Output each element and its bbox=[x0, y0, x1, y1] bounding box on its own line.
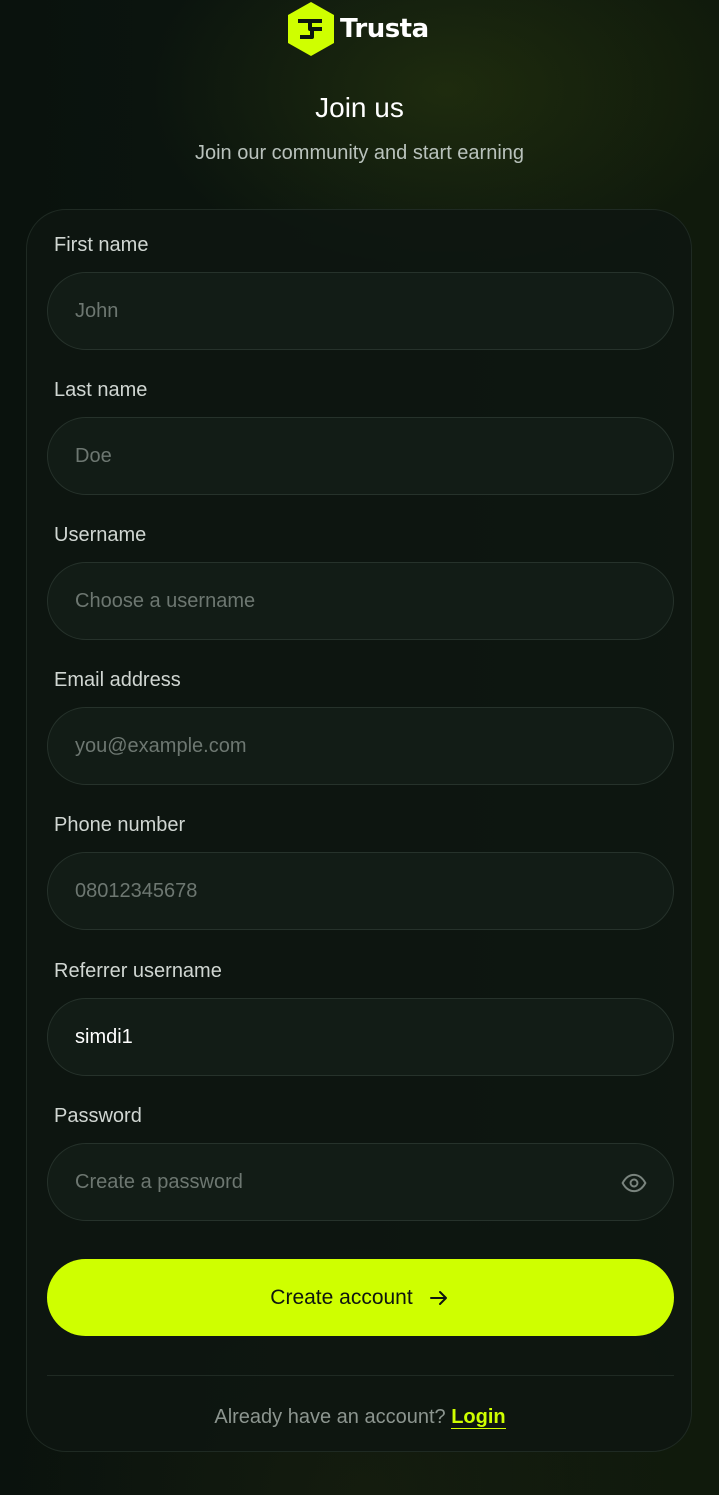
login-prompt: Already have an account? Login bbox=[27, 1406, 693, 1429]
create-account-label: Create account bbox=[270, 1285, 413, 1309]
eye-icon[interactable] bbox=[621, 1170, 647, 1196]
last-name-placeholder: Doe bbox=[75, 444, 112, 467]
create-account-button[interactable]: Create account bbox=[47, 1259, 674, 1336]
last-name-input[interactable]: Doe bbox=[47, 417, 674, 495]
username-input[interactable]: Choose a username bbox=[47, 562, 674, 640]
referrer-input[interactable]: simdi1 bbox=[47, 998, 674, 1076]
signup-card: First name John Last name Doe Username C… bbox=[26, 209, 692, 1452]
first-name-label: First name bbox=[54, 234, 149, 256]
first-name-placeholder: John bbox=[75, 299, 119, 322]
brand-name: Trusta bbox=[340, 14, 429, 44]
page-title: Join us bbox=[315, 92, 404, 123]
email-label: Email address bbox=[54, 669, 181, 691]
username-placeholder: Choose a username bbox=[75, 589, 256, 612]
password-placeholder: Create a password bbox=[75, 1170, 243, 1193]
first-name-input[interactable]: John bbox=[47, 272, 674, 350]
username-label: Username bbox=[54, 524, 147, 546]
phone-input[interactable]: 08012345678 bbox=[47, 852, 674, 930]
brand-logo[interactable]: Trusta bbox=[286, 0, 429, 58]
referrer-label: Referrer username bbox=[54, 960, 222, 982]
phone-label: Phone number bbox=[54, 814, 186, 836]
divider bbox=[47, 1375, 674, 1376]
referrer-value: simdi1 bbox=[75, 1025, 133, 1048]
password-label: Password bbox=[54, 1105, 142, 1127]
email-input[interactable]: you@example.com bbox=[47, 707, 674, 785]
password-input[interactable]: Create a password bbox=[47, 1143, 674, 1221]
email-placeholder: you@example.com bbox=[75, 734, 247, 757]
phone-placeholder: 08012345678 bbox=[75, 879, 198, 902]
login-link[interactable]: Login bbox=[451, 1406, 506, 1429]
trusta-logo-icon bbox=[288, 2, 334, 56]
last-name-label: Last name bbox=[54, 379, 148, 401]
page-subtitle: Join our community and start earning bbox=[194, 142, 525, 164]
arrow-right-icon bbox=[429, 1290, 447, 1305]
login-prompt-text: Already have an account? bbox=[214, 1406, 446, 1428]
